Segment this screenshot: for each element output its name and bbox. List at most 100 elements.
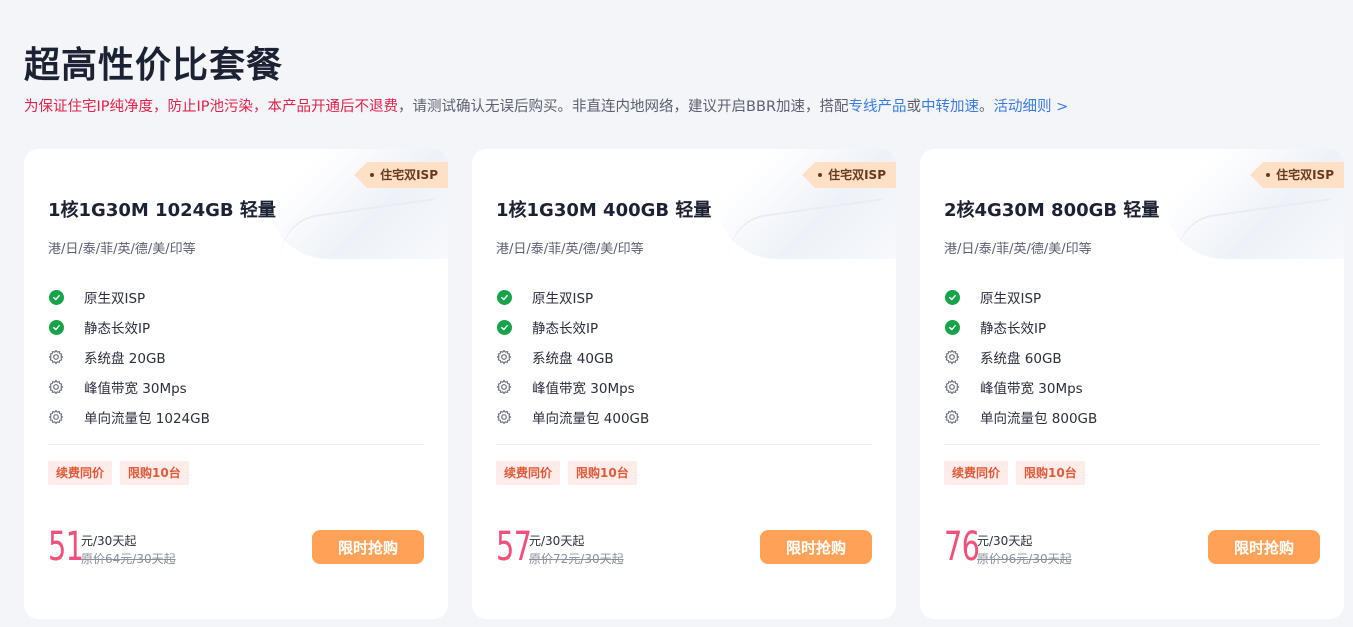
plan-card: 住宅双ISP 2核4G30M 800GB 轻量 港/日/泰/菲/英/德/美/印等… (920, 149, 1344, 619)
feature-item: 原生双ISP (944, 282, 1097, 312)
price-value: 57 (496, 524, 532, 570)
gear-icon (944, 349, 960, 365)
original-price: 原价96元/30天起 (977, 552, 1072, 566)
feature-item: 峰值带宽 30Mps (496, 372, 649, 402)
notice-part-1: ，请测试确认无误后购买。非直连内地网络，建议开启BBR加速，搭配 (398, 99, 849, 115)
feature-label: 峰值带宽 30Mps (532, 381, 635, 397)
tag-dot-icon (818, 173, 823, 177)
buy-button[interactable]: 限时抢购 (312, 530, 424, 564)
feature-label: 原生双ISP (532, 291, 594, 307)
plan-title: 2核4G30M 800GB 轻量 (944, 200, 1160, 221)
plan-card: 住宅双ISP 1核1G30M 1024GB 轻量 港/日/泰/菲/英/德/美/印… (24, 149, 448, 619)
feature-list: 原生双ISP 静态长效IP 系统盘 60GB 峰值带宽 30Mps 单向流量包 … (944, 282, 1097, 432)
badge-row: 续费同价 限购10台 (496, 461, 637, 485)
feature-list: 原生双ISP 静态长效IP 系统盘 40GB 峰值带宽 30Mps 单向流量包 … (496, 282, 649, 432)
plan-regions: 港/日/泰/菲/英/德/美/印等 (48, 242, 196, 257)
check-circle-icon (496, 289, 512, 305)
plan-card: 住宅双ISP 1核1G30M 400GB 轻量 港/日/泰/菲/英/德/美/印等… (472, 149, 896, 619)
original-price: 原价64元/30天起 (81, 552, 176, 566)
gear-icon (944, 379, 960, 395)
badge-row: 续费同价 限购10台 (48, 461, 189, 485)
price-value: 51 (48, 524, 84, 570)
feature-label: 静态长效IP (980, 321, 1047, 337)
feature-label: 峰值带宽 30Mps (980, 381, 1083, 397)
feature-item: 单向流量包 400GB (496, 402, 649, 432)
feature-label: 系统盘 20GB (84, 351, 166, 367)
check-circle-icon (48, 319, 64, 335)
original-price: 原价72元/30天起 (529, 552, 624, 566)
gear-icon (496, 349, 512, 365)
gear-icon (944, 409, 960, 425)
limit-badge: 限购10台 (1016, 461, 1085, 485)
gear-icon (48, 409, 64, 425)
divider (48, 444, 424, 445)
feature-label: 单向流量包 800GB (980, 411, 1098, 427)
plan-title: 1核1G30M 400GB 轻量 (496, 200, 712, 221)
activity-rules-link[interactable]: 活动细则 > (994, 99, 1069, 115)
isp-tag: 住宅双ISP (1250, 162, 1344, 188)
feature-item: 峰值带宽 30Mps (48, 372, 210, 402)
plan-regions: 港/日/泰/菲/英/德/美/印等 (496, 242, 644, 257)
isp-tag: 住宅双ISP (354, 162, 448, 188)
divider (944, 444, 1320, 445)
price-unit: 元/30天起 (81, 534, 137, 548)
feature-item: 原生双ISP (48, 282, 210, 312)
price-unit: 元/30天起 (529, 534, 585, 548)
badge-row: 续费同价 限购10台 (944, 461, 1085, 485)
feature-list: 原生双ISP 静态长效IP 系统盘 20GB 峰值带宽 30Mps 单向流量包 … (48, 282, 210, 432)
check-circle-icon (496, 319, 512, 335)
check-circle-icon (944, 319, 960, 335)
feature-item: 单向流量包 1024GB (48, 402, 210, 432)
feature-label: 原生双ISP (980, 291, 1042, 307)
dedicated-line-link[interactable]: 专线产品 (849, 99, 907, 115)
limit-badge: 限购10台 (568, 461, 637, 485)
feature-item: 系统盘 20GB (48, 342, 210, 372)
renewal-badge: 续费同价 (48, 461, 113, 485)
feature-item: 峰值带宽 30Mps (944, 372, 1097, 402)
tag-dot-icon (370, 173, 375, 177)
tag-label: 住宅双ISP (1276, 168, 1334, 182)
gear-icon (496, 379, 512, 395)
feature-label: 系统盘 60GB (980, 351, 1062, 367)
buy-button[interactable]: 限时抢购 (1208, 530, 1320, 564)
gear-icon (48, 349, 64, 365)
feature-label: 静态长效IP (84, 321, 151, 337)
feature-label: 单向流量包 1024GB (84, 411, 210, 427)
feature-item: 静态长效IP (496, 312, 649, 342)
feature-label: 峰值带宽 30Mps (84, 381, 187, 397)
limit-badge: 限购10台 (120, 461, 189, 485)
divider (496, 444, 872, 445)
price-unit: 元/30天起 (977, 534, 1033, 548)
feature-item: 静态长效IP (944, 312, 1097, 342)
feature-label: 静态长效IP (532, 321, 599, 337)
relay-acceleration-link[interactable]: 中转加速 (921, 99, 979, 115)
tag-label: 住宅双ISP (380, 168, 438, 182)
renewal-badge: 续费同价 (944, 461, 1009, 485)
feature-label: 单向流量包 400GB (532, 411, 650, 427)
feature-label: 原生双ISP (84, 291, 146, 307)
notice-part-3: 。 (979, 99, 994, 115)
page-title: 超高性价比套餐 (24, 45, 284, 86)
tag-dot-icon (1266, 173, 1271, 177)
check-circle-icon (944, 289, 960, 305)
notice-part-2: 或 (906, 99, 922, 115)
plan-regions: 港/日/泰/菲/英/德/美/印等 (944, 242, 1092, 257)
isp-tag: 住宅双ISP (802, 162, 896, 188)
feature-item: 单向流量包 800GB (944, 402, 1097, 432)
refund-warning: 为保证住宅IP纯净度，防止IP池污染，本产品开通后不退费 (24, 99, 399, 115)
buy-button[interactable]: 限时抢购 (760, 530, 872, 564)
feature-item: 静态长效IP (48, 312, 210, 342)
feature-item: 系统盘 40GB (496, 342, 649, 372)
plan-title: 1核1G30M 1024GB 轻量 (48, 200, 276, 221)
tag-label: 住宅双ISP (828, 168, 886, 182)
gear-icon (496, 409, 512, 425)
feature-item: 原生双ISP (496, 282, 649, 312)
notice-text: 为保证住宅IP纯净度，防止IP池污染，本产品开通后不退费，请测试确认无误后购买。… (24, 95, 1068, 116)
feature-label: 系统盘 40GB (532, 351, 614, 367)
feature-item: 系统盘 60GB (944, 342, 1097, 372)
gear-icon (48, 379, 64, 395)
page: 超高性价比套餐 为保证住宅IP纯净度，防止IP池污染，本产品开通后不退费，请测试… (0, 0, 1353, 627)
check-circle-icon (48, 289, 64, 305)
renewal-badge: 续费同价 (496, 461, 561, 485)
price-value: 76 (944, 524, 980, 570)
